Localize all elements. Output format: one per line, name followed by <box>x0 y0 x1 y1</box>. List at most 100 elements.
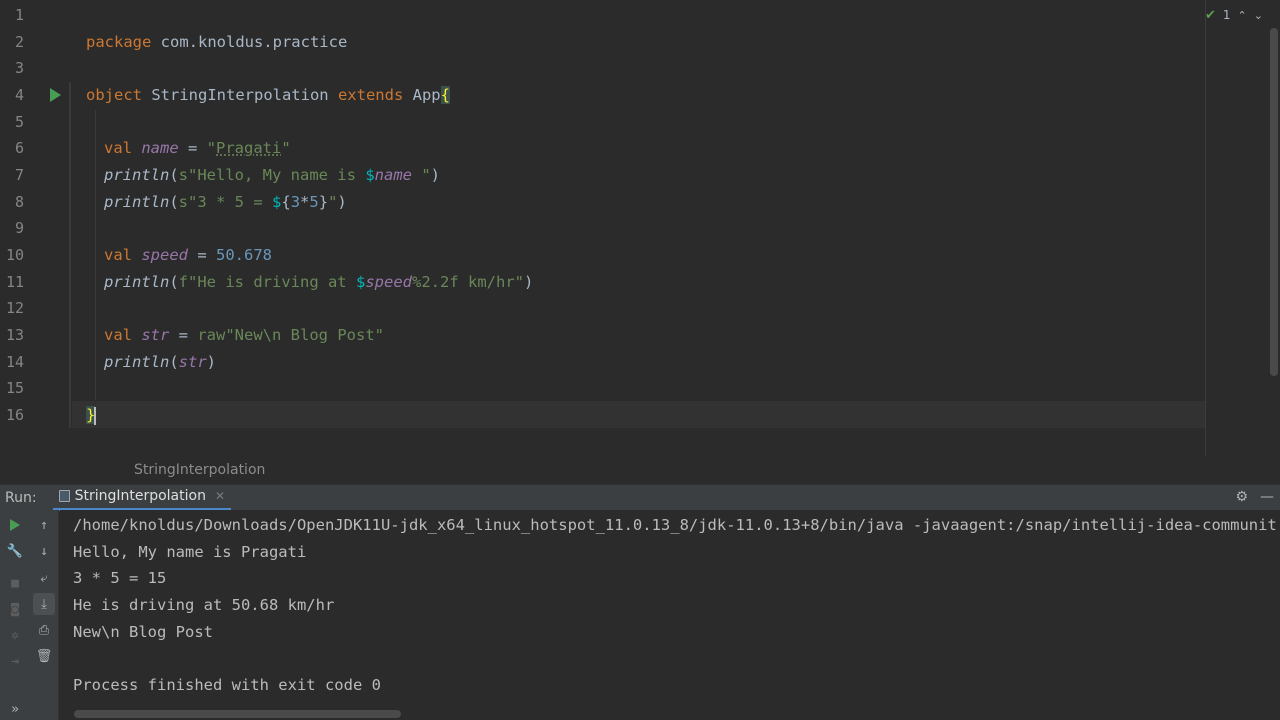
minimize-icon[interactable]: — <box>1260 489 1274 505</box>
function-call: println <box>104 352 170 371</box>
stop-icon[interactable]: ■ <box>4 572 26 594</box>
number: 5 <box>309 192 319 211</box>
close-icon[interactable]: ✕ <box>215 489 225 503</box>
brace: { <box>281 192 291 211</box>
number: 50.678 <box>216 246 273 264</box>
more-icon[interactable]: » <box>4 698 26 720</box>
arrow-down-icon[interactable]: ↓ <box>33 540 55 562</box>
variable: str <box>141 326 170 344</box>
wrench-icon[interactable]: 🔧 <box>4 540 26 562</box>
format-spec: %2.2f <box>412 272 459 291</box>
code-line-11[interactable]: println(f"He is driving at $speed%2.2f k… <box>104 269 533 296</box>
scroll-to-end-icon[interactable]: ⤓ <box>33 593 55 615</box>
code-line-7[interactable]: println(s"Hello, My name is $name ") <box>104 162 440 189</box>
inspection-widget[interactable]: ✔ 1 ⌃ ⌄ <box>1205 6 1273 24</box>
chevron-down-icon[interactable]: ⌄ <box>1254 9 1263 22</box>
line-number: 11 <box>5 272 24 291</box>
string-literal: s"3 * 5 = <box>178 192 272 211</box>
gear-icon[interactable]: ⚙ <box>1235 489 1248 505</box>
horizontal-scrollbar[interactable] <box>74 710 401 718</box>
arrow-up-icon[interactable]: ↑ <box>33 514 55 536</box>
line-number: 5 <box>14 112 24 131</box>
keyword: val <box>104 139 132 158</box>
line-number: 15 <box>5 379 24 398</box>
string-literal: Blog Post" <box>281 326 384 344</box>
line-number: 2 <box>14 32 24 51</box>
function-call: println <box>104 272 170 291</box>
vertical-scrollbar[interactable] <box>1270 28 1278 376</box>
gear-icon[interactable]: ✲ <box>4 624 26 646</box>
console-line: 3 * 5 = 15 <box>73 569 167 588</box>
paren: ( <box>169 272 179 291</box>
console-line: Hello, My name is Pragati <box>73 542 307 561</box>
indent-guide <box>95 110 96 400</box>
line-number: 9 <box>14 219 24 238</box>
string-literal: Pragati <box>216 139 282 158</box>
paren: ( <box>169 192 179 211</box>
print-icon[interactable]: ⎙ <box>33 619 55 641</box>
check-icon: ✔ <box>1205 7 1216 23</box>
run-tool-window-header: Run: StringInterpolation ✕ ⚙ — <box>0 484 1280 511</box>
soft-wrap-icon[interactable]: ⤶ <box>33 567 55 589</box>
run-toolbar-secondary: ↑ ↓ ⤶ ⤓ ⎙ 🗑 <box>30 510 59 720</box>
code-line-13[interactable]: val str = raw"New\n Blog Post" <box>104 322 384 349</box>
paren: ) <box>206 352 217 371</box>
breadcrumb[interactable]: StringInterpolation <box>0 456 1280 484</box>
variable: name <box>141 139 179 158</box>
run-label: Run: <box>5 489 37 506</box>
function-call: println <box>104 192 170 211</box>
console-line: New\n Blog Post <box>73 622 213 641</box>
keyword: extends <box>337 86 404 104</box>
line-number: 10 <box>5 246 24 264</box>
run-toolbar-primary: 🔧 ■ ◙ ✲ ⇥ » <box>0 510 30 720</box>
console-output[interactable]: /home/knoldus/Downloads/OpenJDK11U-jdk_x… <box>60 510 1280 720</box>
keyword: val <box>104 326 132 344</box>
tab-string-interpolation[interactable]: StringInterpolation ✕ <box>52 484 232 511</box>
line-number: 14 <box>5 352 24 371</box>
console-line: He is driving at 50.68 km/hr <box>73 596 335 614</box>
string-literal: "New <box>225 326 263 344</box>
keyword: val <box>104 246 132 264</box>
interp-dollar: $ <box>355 272 366 291</box>
string-quote: " <box>206 139 217 158</box>
paren: ) <box>524 272 534 291</box>
function-call: println <box>104 166 170 184</box>
breadcrumb-item[interactable]: StringInterpolation <box>134 462 265 478</box>
package-name: com.knoldus.practice <box>151 32 348 51</box>
chevron-up-icon[interactable]: ⌃ <box>1238 9 1247 22</box>
run-triangle-icon <box>10 519 20 531</box>
operator: = <box>188 246 217 264</box>
line-number: 13 <box>5 326 24 344</box>
variable: str <box>178 352 207 371</box>
paren: ( <box>169 352 179 371</box>
trash-icon[interactable]: 🗑 <box>33 645 55 667</box>
line-number: 1 <box>14 6 24 24</box>
exit-icon[interactable]: ⇥ <box>4 650 26 672</box>
string-literal: " <box>411 166 431 184</box>
code-line-14[interactable]: println(str) <box>104 349 216 376</box>
code-line-6[interactable]: val name = "Pragati" <box>104 135 291 162</box>
trait-name: App <box>403 86 441 104</box>
paren: ( <box>169 166 179 184</box>
escape-sequence: \n <box>262 326 282 344</box>
line-number: 3 <box>14 59 24 78</box>
string-literal: f"He is driving at <box>178 272 356 291</box>
code-line-2[interactable]: package com.knoldus.practice <box>86 29 347 56</box>
code-line-16[interactable]: } <box>86 402 97 429</box>
string-literal: s"Hello, My name is <box>178 166 366 184</box>
interp-dollar: $ <box>365 166 375 184</box>
camera-icon[interactable]: ◙ <box>4 598 26 620</box>
rerun-button[interactable] <box>4 514 26 536</box>
operator: = <box>178 139 207 158</box>
line-number: 7 <box>14 166 24 184</box>
code-editor[interactable]: 1 2 3 4 5 6 7 8 9 10 11 12 13 14 15 16 p… <box>0 0 1280 456</box>
code-line-8[interactable]: println(s"3 * 5 = ${3*5}") <box>104 189 347 216</box>
interp-dollar: $ <box>272 192 282 211</box>
operator: * <box>300 192 310 211</box>
code-line-10[interactable]: val speed = 50.678 <box>104 242 272 269</box>
code-line-4[interactable]: object StringInterpolation extends App{ <box>86 82 450 109</box>
run-triangle-icon[interactable] <box>50 88 61 102</box>
